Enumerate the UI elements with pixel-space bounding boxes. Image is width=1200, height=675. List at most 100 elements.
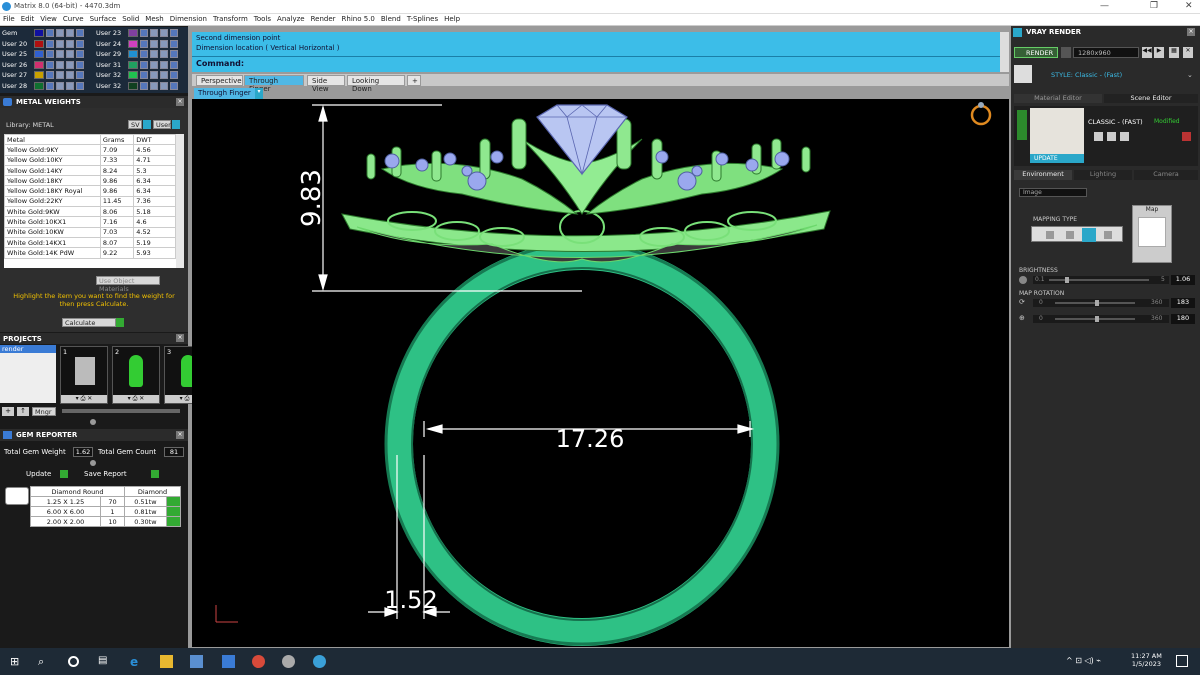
- slider-handle[interactable]: [1095, 300, 1099, 306]
- clock[interactable]: 11:27 AM 1/5/2023: [1131, 652, 1162, 668]
- menu-item[interactable]: Solid: [119, 14, 142, 24]
- lock-icon[interactable]: [56, 29, 64, 37]
- close-icon[interactable]: ✕: [1183, 47, 1193, 58]
- menu-item[interactable]: Render: [308, 14, 339, 24]
- cortana-icon[interactable]: [68, 656, 79, 667]
- tab-camera[interactable]: Camera: [1134, 170, 1198, 180]
- search-icon[interactable]: ⌕: [38, 655, 51, 668]
- notification-icon[interactable]: [1176, 655, 1188, 667]
- gem-toggle[interactable]: [140, 71, 148, 79]
- rotation-slider-2[interactable]: 0 360: [1033, 315, 1169, 323]
- menu-item[interactable]: Edit: [18, 14, 38, 24]
- menu-item[interactable]: Surface: [87, 14, 120, 24]
- select-icon[interactable]: [170, 50, 178, 58]
- table-row[interactable]: White Gold:14KX1 8.07 5.19: [4, 236, 176, 249]
- select-icon[interactable]: [170, 81, 178, 90]
- slider-handle[interactable]: [90, 419, 96, 425]
- plane-map-icon[interactable]: [1046, 231, 1054, 239]
- resolution-field[interactable]: 1280x960: [1073, 47, 1139, 58]
- user-toggle[interactable]: User: [153, 120, 171, 129]
- menu-item[interactable]: Curve: [60, 14, 87, 24]
- ring-view-icon[interactable]: [970, 102, 992, 126]
- chevron-down-icon[interactable]: ⌄: [1187, 71, 1193, 79]
- table-row[interactable]: 2.00 X 2.00 10 0.30tw: [30, 516, 182, 527]
- select-icon[interactable]: [76, 39, 84, 48]
- update-button[interactable]: UPDATE: [1030, 154, 1084, 163]
- lock-icon[interactable]: [150, 60, 158, 69]
- calculate-go-icon[interactable]: [116, 318, 124, 327]
- up-arrow-icon[interactable]: ↑: [17, 407, 29, 416]
- task-view-icon[interactable]: ▤: [98, 655, 111, 668]
- gem-toggle[interactable]: [140, 29, 148, 37]
- select-icon[interactable]: [76, 29, 84, 37]
- sv-toggle[interactable]: SV: [128, 120, 142, 129]
- update-button[interactable]: Update: [26, 470, 51, 478]
- command-prompt[interactable]: Command:: [196, 59, 244, 68]
- visibility-icon[interactable]: [66, 60, 74, 69]
- windows-start-icon[interactable]: ⊞: [10, 655, 23, 668]
- lock-icon[interactable]: [56, 60, 64, 69]
- table-row[interactable]: 6.00 X 6.00 1 0.81tw: [30, 506, 182, 517]
- gem-color-swatch[interactable]: [128, 39, 138, 48]
- restore-icon[interactable]: ❐: [1150, 1, 1158, 11]
- file-explorer-icon[interactable]: [160, 655, 173, 668]
- calculate-button[interactable]: Calculate: [62, 318, 116, 327]
- rotation-value-2[interactable]: 180: [1171, 314, 1195, 324]
- visibility-icon[interactable]: [66, 71, 74, 79]
- table-row[interactable]: Yellow Gold:10KY 7.33 4.71: [4, 154, 176, 166]
- brightness-slider[interactable]: 0.1 5: [1033, 276, 1169, 284]
- gem-toggle[interactable]: [46, 81, 54, 90]
- lock-icon[interactable]: [56, 50, 64, 58]
- scrollbar[interactable]: [176, 134, 184, 268]
- close-icon[interactable]: ✕: [1185, 1, 1193, 11]
- project-slider[interactable]: [62, 409, 180, 413]
- select-icon[interactable]: [76, 60, 84, 69]
- close-icon[interactable]: ×: [176, 98, 184, 106]
- tab-material-editor[interactable]: Material Editor: [1014, 94, 1102, 103]
- close-icon[interactable]: ×: [176, 334, 184, 342]
- add-project-icon[interactable]: +: [2, 407, 14, 416]
- gem-toggle[interactable]: [140, 81, 148, 90]
- table-row[interactable]: Yellow Gold:9KY 7.09 4.56: [4, 144, 176, 156]
- tab-scene-editor[interactable]: Scene Editor: [1104, 94, 1198, 103]
- go-icon[interactable]: [165, 516, 182, 527]
- command-scrollbar[interactable]: [1000, 32, 1009, 72]
- go-icon[interactable]: [165, 496, 182, 507]
- project-list[interactable]: render: [0, 345, 56, 403]
- tab-environment[interactable]: Environment: [1014, 170, 1072, 180]
- table-row[interactable]: Yellow Gold:18KY Royal 9.86 6.34: [4, 185, 176, 197]
- sphere-map-icon[interactable]: [1082, 228, 1096, 242]
- lock-icon[interactable]: [150, 39, 158, 48]
- table-row[interactable]: White Gold:10KX1 7.16 4.6: [4, 216, 176, 228]
- lock-icon[interactable]: [150, 81, 158, 90]
- menu-item[interactable]: File: [0, 14, 18, 24]
- gem-color-swatch[interactable]: [128, 29, 138, 37]
- lock-icon[interactable]: [56, 71, 64, 79]
- table-row[interactable]: Yellow Gold:18KY 9.86 6.34: [4, 175, 176, 187]
- environment-type-select[interactable]: Image: [1019, 188, 1087, 197]
- menu-item[interactable]: Blend: [378, 14, 404, 24]
- tab-side-view[interactable]: Side View: [307, 75, 345, 93]
- visibility-icon[interactable]: [160, 71, 168, 79]
- style-label[interactable]: STYLE: Classic - (Fast): [1051, 71, 1122, 79]
- mail-icon[interactable]: [222, 655, 235, 668]
- manager-button[interactable]: Mngr: [32, 407, 56, 416]
- thumbnail-controls[interactable]: ▾ ⎙ ✕: [61, 395, 107, 403]
- visibility-icon[interactable]: [160, 39, 168, 48]
- rhino-icon[interactable]: [282, 655, 295, 668]
- gem-color-swatch[interactable]: [34, 71, 44, 79]
- gem-color-swatch[interactable]: [34, 81, 44, 90]
- rewind-icon[interactable]: ◀◀: [1142, 47, 1152, 58]
- select-icon[interactable]: [170, 71, 178, 79]
- gem-toggle[interactable]: [46, 60, 54, 69]
- project-thumbnail[interactable]: 1 ▾ ⎙ ✕: [60, 346, 108, 404]
- active-view-tab[interactable]: Through Finger: [194, 88, 262, 99]
- minimize-icon[interactable]: —: [1100, 1, 1109, 11]
- menu-item[interactable]: T-Splines: [404, 14, 441, 24]
- gem-color-swatch[interactable]: [34, 60, 44, 69]
- visibility-icon[interactable]: [160, 29, 168, 37]
- visibility-icon[interactable]: [160, 60, 168, 69]
- table-row[interactable]: 1.25 X 1.25 70 0.51tw: [30, 496, 182, 507]
- reset-icon[interactable]: [1120, 132, 1129, 141]
- camera-icon[interactable]: [1061, 47, 1071, 58]
